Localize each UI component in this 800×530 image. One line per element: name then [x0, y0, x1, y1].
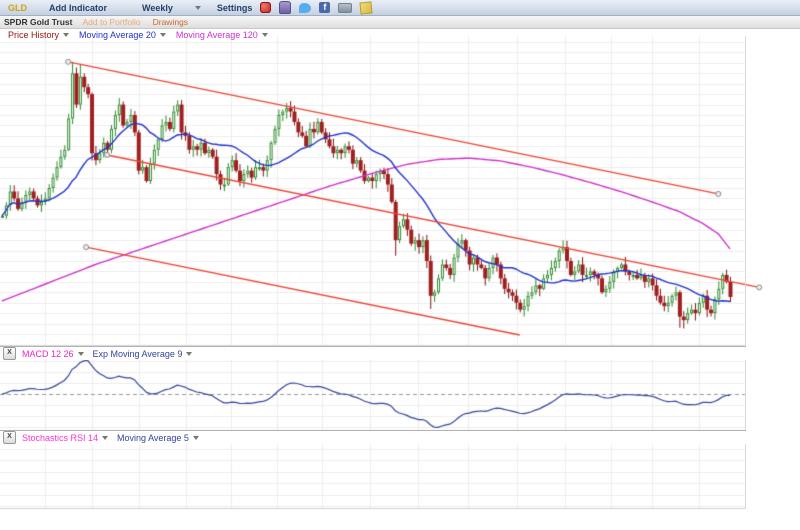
- chevron-down-icon[interactable]: [102, 436, 108, 440]
- close-stoch-button[interactable]: X: [3, 431, 16, 444]
- period-dropdown[interactable]: Weekly: [142, 3, 173, 13]
- chevron-down-icon[interactable]: [160, 33, 166, 37]
- macd-signal-dropdown[interactable]: Exp Moving Average 9: [93, 349, 183, 359]
- chevron-down-icon[interactable]: [78, 352, 84, 356]
- database-icon[interactable]: [279, 1, 291, 14]
- stoch-dropdown[interactable]: Stochastics RSI 14: [22, 433, 98, 443]
- add-indicator-button[interactable]: Add Indicator: [49, 3, 107, 13]
- settings-button[interactable]: Settings: [217, 3, 253, 13]
- title-bar: SPDR Gold Trust Add to Portfolio Drawing…: [0, 16, 800, 29]
- drawings-link[interactable]: Drawings: [153, 17, 188, 27]
- twitter-icon[interactable]: [299, 3, 311, 13]
- chevron-down-icon[interactable]: [262, 33, 268, 37]
- stoch-panel-header: X Stochastics RSI 14 Moving Average 5: [0, 430, 746, 444]
- toolbar: GLD Add Indicator Weekly Settings f: [0, 0, 800, 16]
- price-history-dropdown[interactable]: Price History: [8, 30, 59, 40]
- chart-canvas[interactable]: [0, 0, 800, 530]
- camera-icon[interactable]: [338, 3, 352, 13]
- note-icon[interactable]: [360, 1, 373, 14]
- stoch-ma-dropdown[interactable]: Moving Average 5: [117, 433, 189, 443]
- add-to-portfolio-link[interactable]: Add to Portfolio: [82, 17, 140, 27]
- chevron-down-icon[interactable]: [63, 33, 69, 37]
- ma20-dropdown[interactable]: Moving Average 20: [79, 30, 156, 40]
- macd-dropdown[interactable]: MACD 12 26: [22, 349, 74, 359]
- chevron-down-icon[interactable]: [186, 352, 192, 356]
- chevron-down-icon[interactable]: [195, 6, 201, 10]
- ma120-dropdown[interactable]: Moving Average 120: [176, 30, 258, 40]
- symbol-label[interactable]: GLD: [8, 3, 27, 13]
- main-legend: Price History Moving Average 20 Moving A…: [0, 29, 800, 40]
- close-macd-button[interactable]: X: [3, 347, 16, 360]
- record-icon[interactable]: [260, 2, 271, 13]
- facebook-icon[interactable]: f: [319, 2, 330, 13]
- chevron-down-icon[interactable]: [193, 436, 199, 440]
- macd-panel-header: X MACD 12 26 Exp Moving Average 9: [0, 346, 746, 360]
- security-name: SPDR Gold Trust: [4, 17, 72, 27]
